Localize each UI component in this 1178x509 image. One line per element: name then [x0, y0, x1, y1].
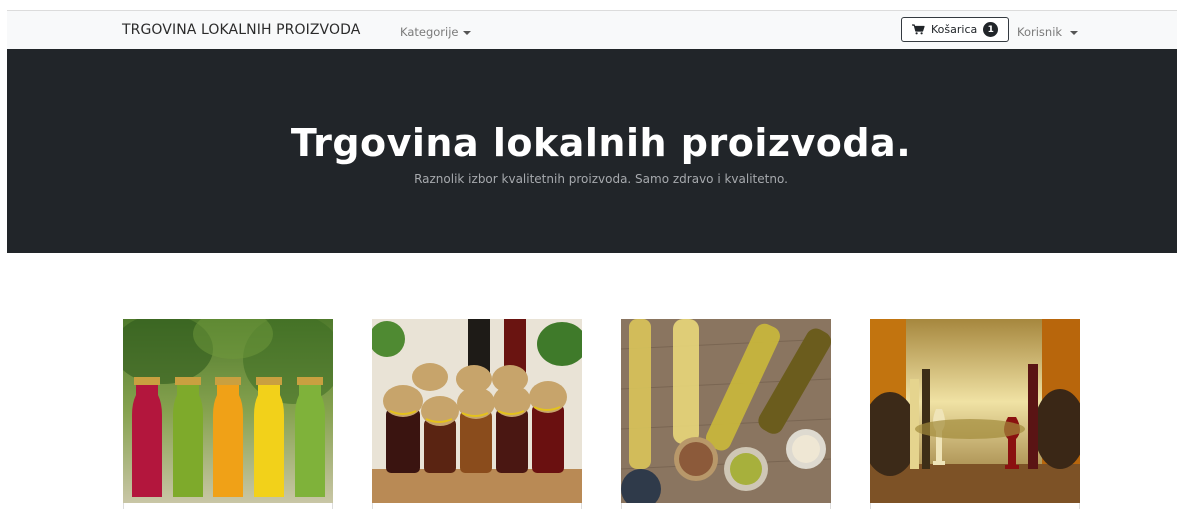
- hero-title: Trgovina lokalnih proizvoda.: [290, 121, 912, 165]
- wine-barrels-image: [870, 319, 1080, 503]
- oil-bottles-image: [621, 319, 831, 503]
- product-card-body: [621, 503, 831, 509]
- hero-jumbotron: Trgovina lokalnih proizvoda. Raznolik iz…: [7, 49, 1177, 253]
- user-dropdown[interactable]: Korisnik: [1017, 25, 1079, 39]
- categories-label: Kategorije: [400, 25, 459, 39]
- cart-label: Košarica: [931, 23, 978, 36]
- chevron-down-icon: [462, 30, 471, 35]
- product-card-body: [372, 503, 582, 509]
- navbar: TRGOVINA LOKALNIH PROIZVODA Kategorije K…: [7, 11, 1177, 49]
- hero-subtitle: Raznolik izbor kvalitetnih proizvoda. Sa…: [414, 172, 788, 186]
- cart-count-badge: 1: [983, 22, 999, 37]
- product-card-body: [870, 503, 1080, 509]
- product-card-image-juices[interactable]: [123, 319, 333, 503]
- juice-bottles-image: [123, 319, 333, 503]
- product-card-body: [123, 503, 333, 509]
- product-card-image-wine[interactable]: [870, 319, 1080, 503]
- preserve-jars-image: [372, 319, 582, 503]
- categories-dropdown[interactable]: Kategorije: [400, 25, 471, 39]
- brand-link[interactable]: TRGOVINA LOKALNIH PROIZVODA: [122, 22, 360, 38]
- user-label: Korisnik: [1017, 25, 1063, 39]
- cart-button[interactable]: Košarica 1: [901, 17, 1009, 42]
- product-card-image-oils[interactable]: [621, 319, 831, 503]
- chevron-down-icon: [1070, 30, 1079, 35]
- cart-icon: [912, 24, 925, 35]
- product-card-image-preserves[interactable]: [372, 319, 582, 503]
